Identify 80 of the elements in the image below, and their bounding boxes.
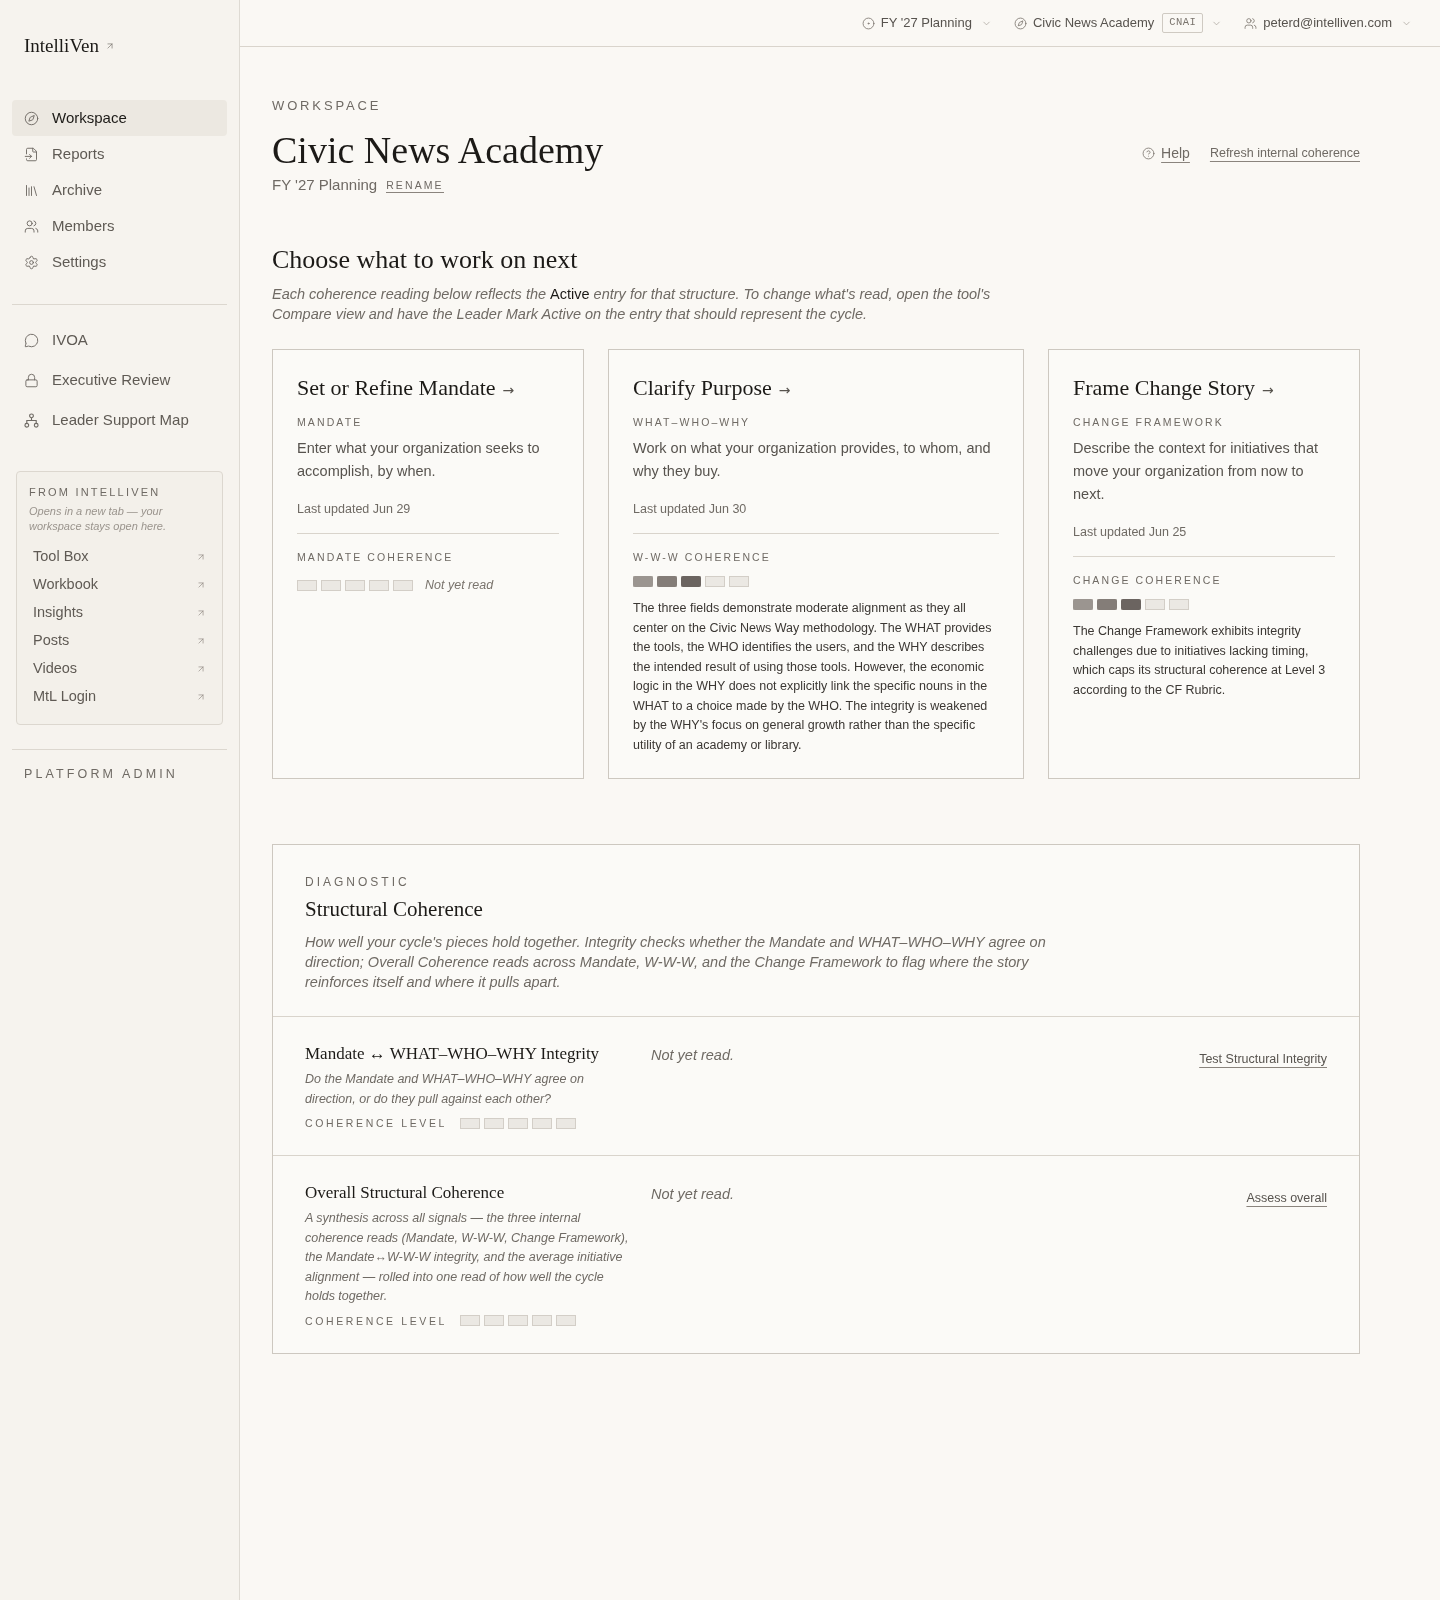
check-title: Overall Structural Coherence — [305, 1182, 505, 1204]
card-title-link[interactable]: Frame Change Story → — [1073, 374, 1274, 404]
external-link-icon — [196, 580, 206, 590]
lock-icon — [24, 372, 39, 388]
card-description: Describe the context for initiatives that move your organization from now to next. — [1073, 439, 1319, 504]
sidebar-nav-item[interactable]: Workspace — [12, 100, 227, 136]
users-icon — [24, 218, 39, 234]
section-label: PLATFORM ADMIN — [23, 766, 179, 782]
organization-dropdown[interactable]: Civic News Academy CNAI — [1013, 13, 1223, 33]
card-eyebrow: CHANGE FRAMEWORK — [1073, 415, 1225, 429]
card-title-link[interactable]: Set or Refine Mandate → — [297, 374, 515, 404]
external-link[interactable]: Videos — [29, 655, 210, 683]
coherence-label: CHANGE COHERENCE — [1073, 573, 1223, 587]
coherence-level-label: COHERENCE LEVEL — [305, 1116, 448, 1130]
sidebar-nav-item[interactable]: Executive Review — [12, 360, 227, 400]
card-description: Work on what your organization provides, to whom, and why they buy. — [633, 439, 992, 481]
coherence-status: Not yet read — [425, 577, 494, 594]
compass-icon — [1013, 16, 1027, 30]
sidebar-nav-item[interactable]: IVOA — [12, 320, 227, 360]
cycle-subtitle: FY '27 Planning — [272, 175, 378, 195]
chat-bubble-icon — [24, 332, 39, 348]
external-link-icon — [196, 552, 206, 562]
sidebar-nav-item[interactable]: Members — [12, 208, 227, 244]
refresh-link[interactable]: Refresh internal coherence — [1209, 143, 1360, 163]
help-icon — [1142, 146, 1156, 160]
help-link[interactable]: Help — [1142, 142, 1190, 164]
check-description: Do the Mandate and WHAT–WHO–WHY agree on direction, or do they pull against each other? — [305, 1071, 585, 1108]
external-link[interactable]: MtL Login — [29, 683, 210, 711]
coherence-summary: The three fields demonstrate moderate alignment as they all center on the Civic News Way methodology. The WHAT provides the tools, the WHO identifies the users, and the WHY describes the intended result of using those tools. However, the economic logic in the WHY does not explicitly link the specific nouns in the WHAT to a choice made by the WHO. The integrity is weakened by the WHY's focus on general growth rather than the specific utility of an academy or library. — [633, 600, 993, 754]
logo-link[interactable]: IntelliVen — [24, 31, 115, 61]
library-icon — [24, 182, 39, 198]
target-icon — [861, 16, 875, 30]
coherence-label: W-W-W COHERENCE — [633, 550, 772, 564]
external-link[interactable]: Insights — [29, 599, 210, 627]
result-text: Not yet read. — [651, 1047, 734, 1063]
last-updated-text: Last updated Jun 29 — [297, 501, 412, 517]
external-link[interactable]: Tool Box — [29, 543, 210, 571]
sidebar-nav-item[interactable]: Archive — [12, 172, 227, 208]
compass-icon — [24, 110, 39, 126]
panel-title: Structural Coherence — [305, 896, 483, 922]
card-title-link[interactable]: Clarify Purpose → — [633, 374, 791, 404]
last-updated-text: Last updated Jun 30 — [633, 501, 748, 517]
section-heading: Choose what to work on next — [272, 244, 578, 276]
document-icon — [24, 146, 39, 162]
rename-link[interactable]: RENAME — [386, 177, 444, 193]
users-icon — [1244, 16, 1258, 30]
card-eyebrow: WHAT–WHO–WHY — [633, 415, 752, 429]
last-updated-text: Last updated Jun 25 — [1073, 524, 1188, 540]
hierarchy-icon — [24, 412, 39, 428]
check-description: A synthesis across all signals — the three internal coherence reads (Mandate, W-W-W, Change Framework), the Mandate↔W-W-W integrity, and the average initiative alignment — rolled into one read of how well the cycle holds together. — [305, 1210, 630, 1305]
coherence-label: MANDATE COHERENCE — [297, 550, 455, 564]
sidebar-nav-item[interactable]: Reports — [12, 136, 227, 172]
card-description: Enter what your organization seeks to accomplish, by when. — [297, 439, 541, 481]
cycle-dropdown[interactable]: FY '27 Planning — [861, 13, 992, 33]
settings-icon — [24, 254, 39, 270]
coherence-summary: The Change Framework exhibits integrity challenges due to initiatives lacking timing, which caps its structural coherence at Level 3 according to the CF Rubric. — [1073, 623, 1327, 699]
sidebar-nav-item[interactable]: Settings — [12, 244, 227, 280]
panel-note: Opens in a new tab — your workspace stays open here. — [29, 504, 167, 534]
external-link-icon — [104, 41, 115, 51]
page-eyebrow: WORKSPACE — [272, 98, 382, 114]
card-eyebrow: MANDATE — [297, 415, 364, 429]
panel-eyebrow: DIAGNOSTIC — [305, 874, 410, 890]
action-link[interactable]: Test Structural Integrity — [1199, 1052, 1327, 1066]
panel-heading: FROM INTELLIVEN — [29, 486, 162, 499]
coherence-level-label: COHERENCE LEVEL — [305, 1313, 448, 1328]
user-dropdown[interactable]: peterd@intelliven.com — [1244, 13, 1412, 33]
sidebar-nav-item[interactable]: Leader Support Map — [12, 400, 227, 440]
section-intro: Each coherence reading below reflects the Active entry for that structure. To change what's read, open the tool's Compare view and have the Leader Mark Active on the entry that should represent the cycle. — [272, 285, 992, 324]
result-text: Not yet read. — [651, 1186, 734, 1202]
external-link-icon — [196, 692, 206, 702]
external-link-icon — [196, 608, 206, 618]
action-link[interactable]: Assess overall — [1246, 1191, 1327, 1205]
external-link[interactable]: Posts — [29, 627, 210, 655]
panel-description: How well your cycle's pieces hold together. Integrity checks whether the Mandate and WHAT–WHO–WHY agree on direction; Overall Coherence reads across Mandate, W-W-W, and the Change Framework to flag where the story reinforces itself and where it pulls apart. — [305, 933, 1047, 992]
org-code-badge: CNAI — [1162, 13, 1204, 33]
external-link[interactable]: Workbook — [29, 571, 210, 599]
external-link-icon — [196, 636, 206, 646]
external-link-icon — [196, 664, 206, 674]
page-title: Civic News Academy — [272, 128, 604, 173]
check-title: Mandate ↔ WHAT–WHO–WHY Integrity — [305, 1043, 600, 1065]
